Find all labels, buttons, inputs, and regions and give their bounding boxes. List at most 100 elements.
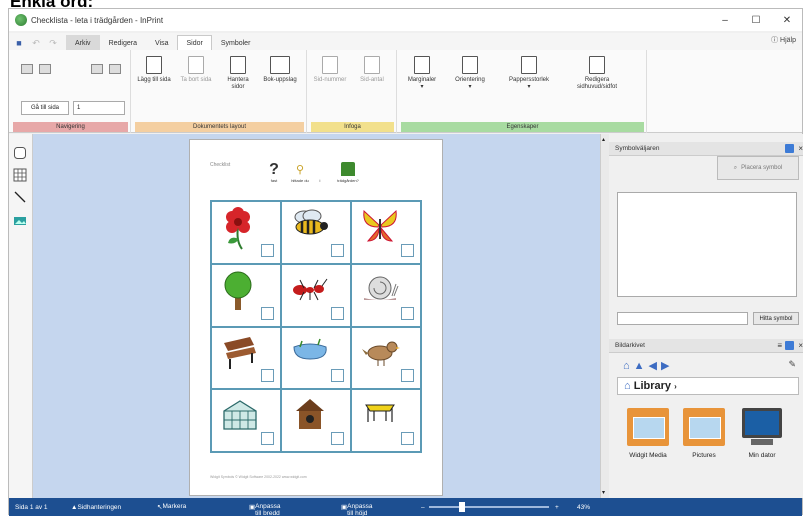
checkbox[interactable] <box>401 243 414 257</box>
document-vertical-scrollbar[interactable]: ▴ ▾ <box>600 134 609 498</box>
help-icon: ⓘ <box>771 37 779 44</box>
last-page-icon[interactable] <box>109 64 121 74</box>
zoom-in-button[interactable]: + <box>555 504 559 511</box>
help-button[interactable]: ⓘ Hjälp <box>771 35 796 45</box>
page-number-label: Sid-nummer <box>313 77 347 83</box>
maximize-button[interactable]: ☐ <box>741 9 771 31</box>
tab-arkiv[interactable]: Arkiv <box>66 35 100 50</box>
checkbox[interactable] <box>261 306 274 320</box>
line-tool-icon[interactable] <box>13 190 27 204</box>
paper-size-button[interactable]: Pappersstorlek ▾ <box>505 56 553 91</box>
checkbox[interactable] <box>401 432 414 445</box>
zoom-out-button[interactable]: – <box>421 504 425 511</box>
picture-tool-icon[interactable] <box>13 214 27 228</box>
library-item-widgit-media[interactable]: Widgit Media <box>623 408 673 460</box>
library-panel-title: Bildarkivet <box>615 342 645 349</box>
page-count-label: Sid-antal <box>360 77 384 83</box>
checkbox[interactable] <box>261 369 274 383</box>
close-button[interactable]: ✕ <box>772 9 802 31</box>
previous-page-icon[interactable] <box>39 64 51 74</box>
list-view-icon[interactable]: ≡ <box>777 339 782 353</box>
home-icon[interactable]: ⌂ <box>623 360 634 372</box>
bird-icon <box>362 341 400 366</box>
checkbox[interactable] <box>331 432 344 445</box>
pin-icon[interactable] <box>785 144 794 153</box>
tab-sidor[interactable]: Sidor <box>177 35 212 50</box>
fit-height-button[interactable]: ▣ Anpassa till höjd <box>341 503 372 517</box>
place-symbol-button[interactable]: ⌕ Placera symbol <box>717 156 799 180</box>
back-arrow-icon[interactable]: ◀ <box>649 360 661 372</box>
manage-pages-button[interactable]: Hantera sidor <box>221 56 255 91</box>
orientation-label: Orientering <box>455 77 485 83</box>
zoom-slider[interactable] <box>429 506 549 508</box>
save-icon[interactable]: ■ <box>12 36 26 50</box>
page-count-icon <box>364 56 380 74</box>
favorite-pin-icon[interactable]: ✎ <box>788 359 796 370</box>
header-word-4: trädgården? <box>337 178 359 183</box>
tree-icon <box>224 271 252 310</box>
group-label-properties: Egenskaper <box>401 122 644 132</box>
forward-arrow-icon[interactable]: ▶ <box>661 360 673 372</box>
orientation-button[interactable]: Orientering ▾ <box>453 56 487 91</box>
checkbox[interactable] <box>261 432 274 445</box>
library-item-pictures[interactable]: Pictures <box>679 408 729 460</box>
frame-tool-icon[interactable] <box>13 146 27 160</box>
library-home-icon: ⌂ <box>624 380 631 392</box>
remove-page-button[interactable]: Ta bort sida <box>179 56 213 84</box>
book-spread-button[interactable]: Bok-uppslag <box>263 56 297 84</box>
minimize-button[interactable]: – <box>710 9 740 31</box>
page-management-label: Sidhanteringen <box>77 503 122 511</box>
checkbox[interactable] <box>331 369 344 383</box>
breadcrumb-chevron-icon: › <box>674 382 677 391</box>
page-count-button[interactable]: Sid-antal <box>355 56 389 84</box>
fit-width-button[interactable]: ▣ Anpassa till bredd <box>249 503 280 517</box>
checkbox[interactable] <box>261 243 274 257</box>
table-tool-icon[interactable] <box>13 168 27 182</box>
header-word-1: fast <box>270 178 278 183</box>
flower-icon <box>226 207 250 250</box>
scroll-up-icon[interactable]: ▴ <box>602 136 605 143</box>
checklist-cell <box>281 201 351 264</box>
header-garden-symbol: trädgården? <box>330 162 366 183</box>
goto-page-button[interactable]: Gå till sida <box>21 101 69 115</box>
tab-symboler[interactable]: Symboler <box>212 35 260 50</box>
add-page-button[interactable]: Lägg till sida <box>137 56 171 84</box>
symbol-search-input[interactable] <box>617 312 748 325</box>
next-page-icon[interactable] <box>91 64 103 74</box>
tab-redigera[interactable]: Redigera <box>100 35 146 50</box>
edit-header-footer-button[interactable]: Redigera sidhuvud/sidfot <box>567 56 627 91</box>
checkbox[interactable] <box>331 306 344 320</box>
checkbox[interactable] <box>401 369 414 383</box>
find-symbol-button[interactable]: Hitta symbol <box>753 312 799 325</box>
redo-icon[interactable]: ↷ <box>46 36 60 50</box>
pin-icon[interactable] <box>785 341 794 350</box>
library-breadcrumb[interactable]: ⌂ Library › <box>617 377 799 395</box>
select-button[interactable]: ↖ Markera <box>157 503 186 511</box>
checklist-cell <box>211 201 281 264</box>
page-management-button[interactable]: ▲ Sidhanteringen <box>71 504 121 511</box>
page-number-button[interactable]: Sid-nummer <box>313 56 347 84</box>
ribbon: Gå till sida 1 Navigering Lägg till sida… <box>9 50 802 133</box>
close-panel-icon[interactable]: × <box>798 142 803 156</box>
margins-button[interactable]: Marginaler ▾ <box>405 56 439 91</box>
up-arrow-icon[interactable]: ▲ <box>634 360 649 372</box>
checklist-cell <box>281 263 351 327</box>
document-page[interactable]: Checklist ? fast ⚲ hittade du i trädgård… <box>189 139 443 496</box>
scroll-down-icon[interactable]: ▾ <box>602 489 605 496</box>
library-item-my-computer[interactable]: Min dator <box>737 408 787 460</box>
tab-visa[interactable]: Visa <box>146 35 178 50</box>
close-panel-icon[interactable]: × <box>798 339 803 353</box>
checkbox[interactable] <box>331 243 344 257</box>
first-page-icon[interactable] <box>21 64 33 74</box>
greenhouse-icon <box>223 400 257 430</box>
page-number-input[interactable]: 1 <box>73 101 125 115</box>
zoom-slider-handle[interactable] <box>459 502 465 512</box>
undo-icon[interactable]: ↶ <box>29 36 43 50</box>
checklist-cell <box>211 326 281 390</box>
zoom-level: 43% <box>577 503 591 511</box>
edit-header-footer-label: Redigera sidhuvud/sidfot <box>576 77 618 90</box>
book-spread-icon <box>270 56 290 74</box>
remove-page-icon <box>188 56 204 74</box>
checkbox[interactable] <box>401 306 414 320</box>
paper-size-icon <box>521 56 537 74</box>
